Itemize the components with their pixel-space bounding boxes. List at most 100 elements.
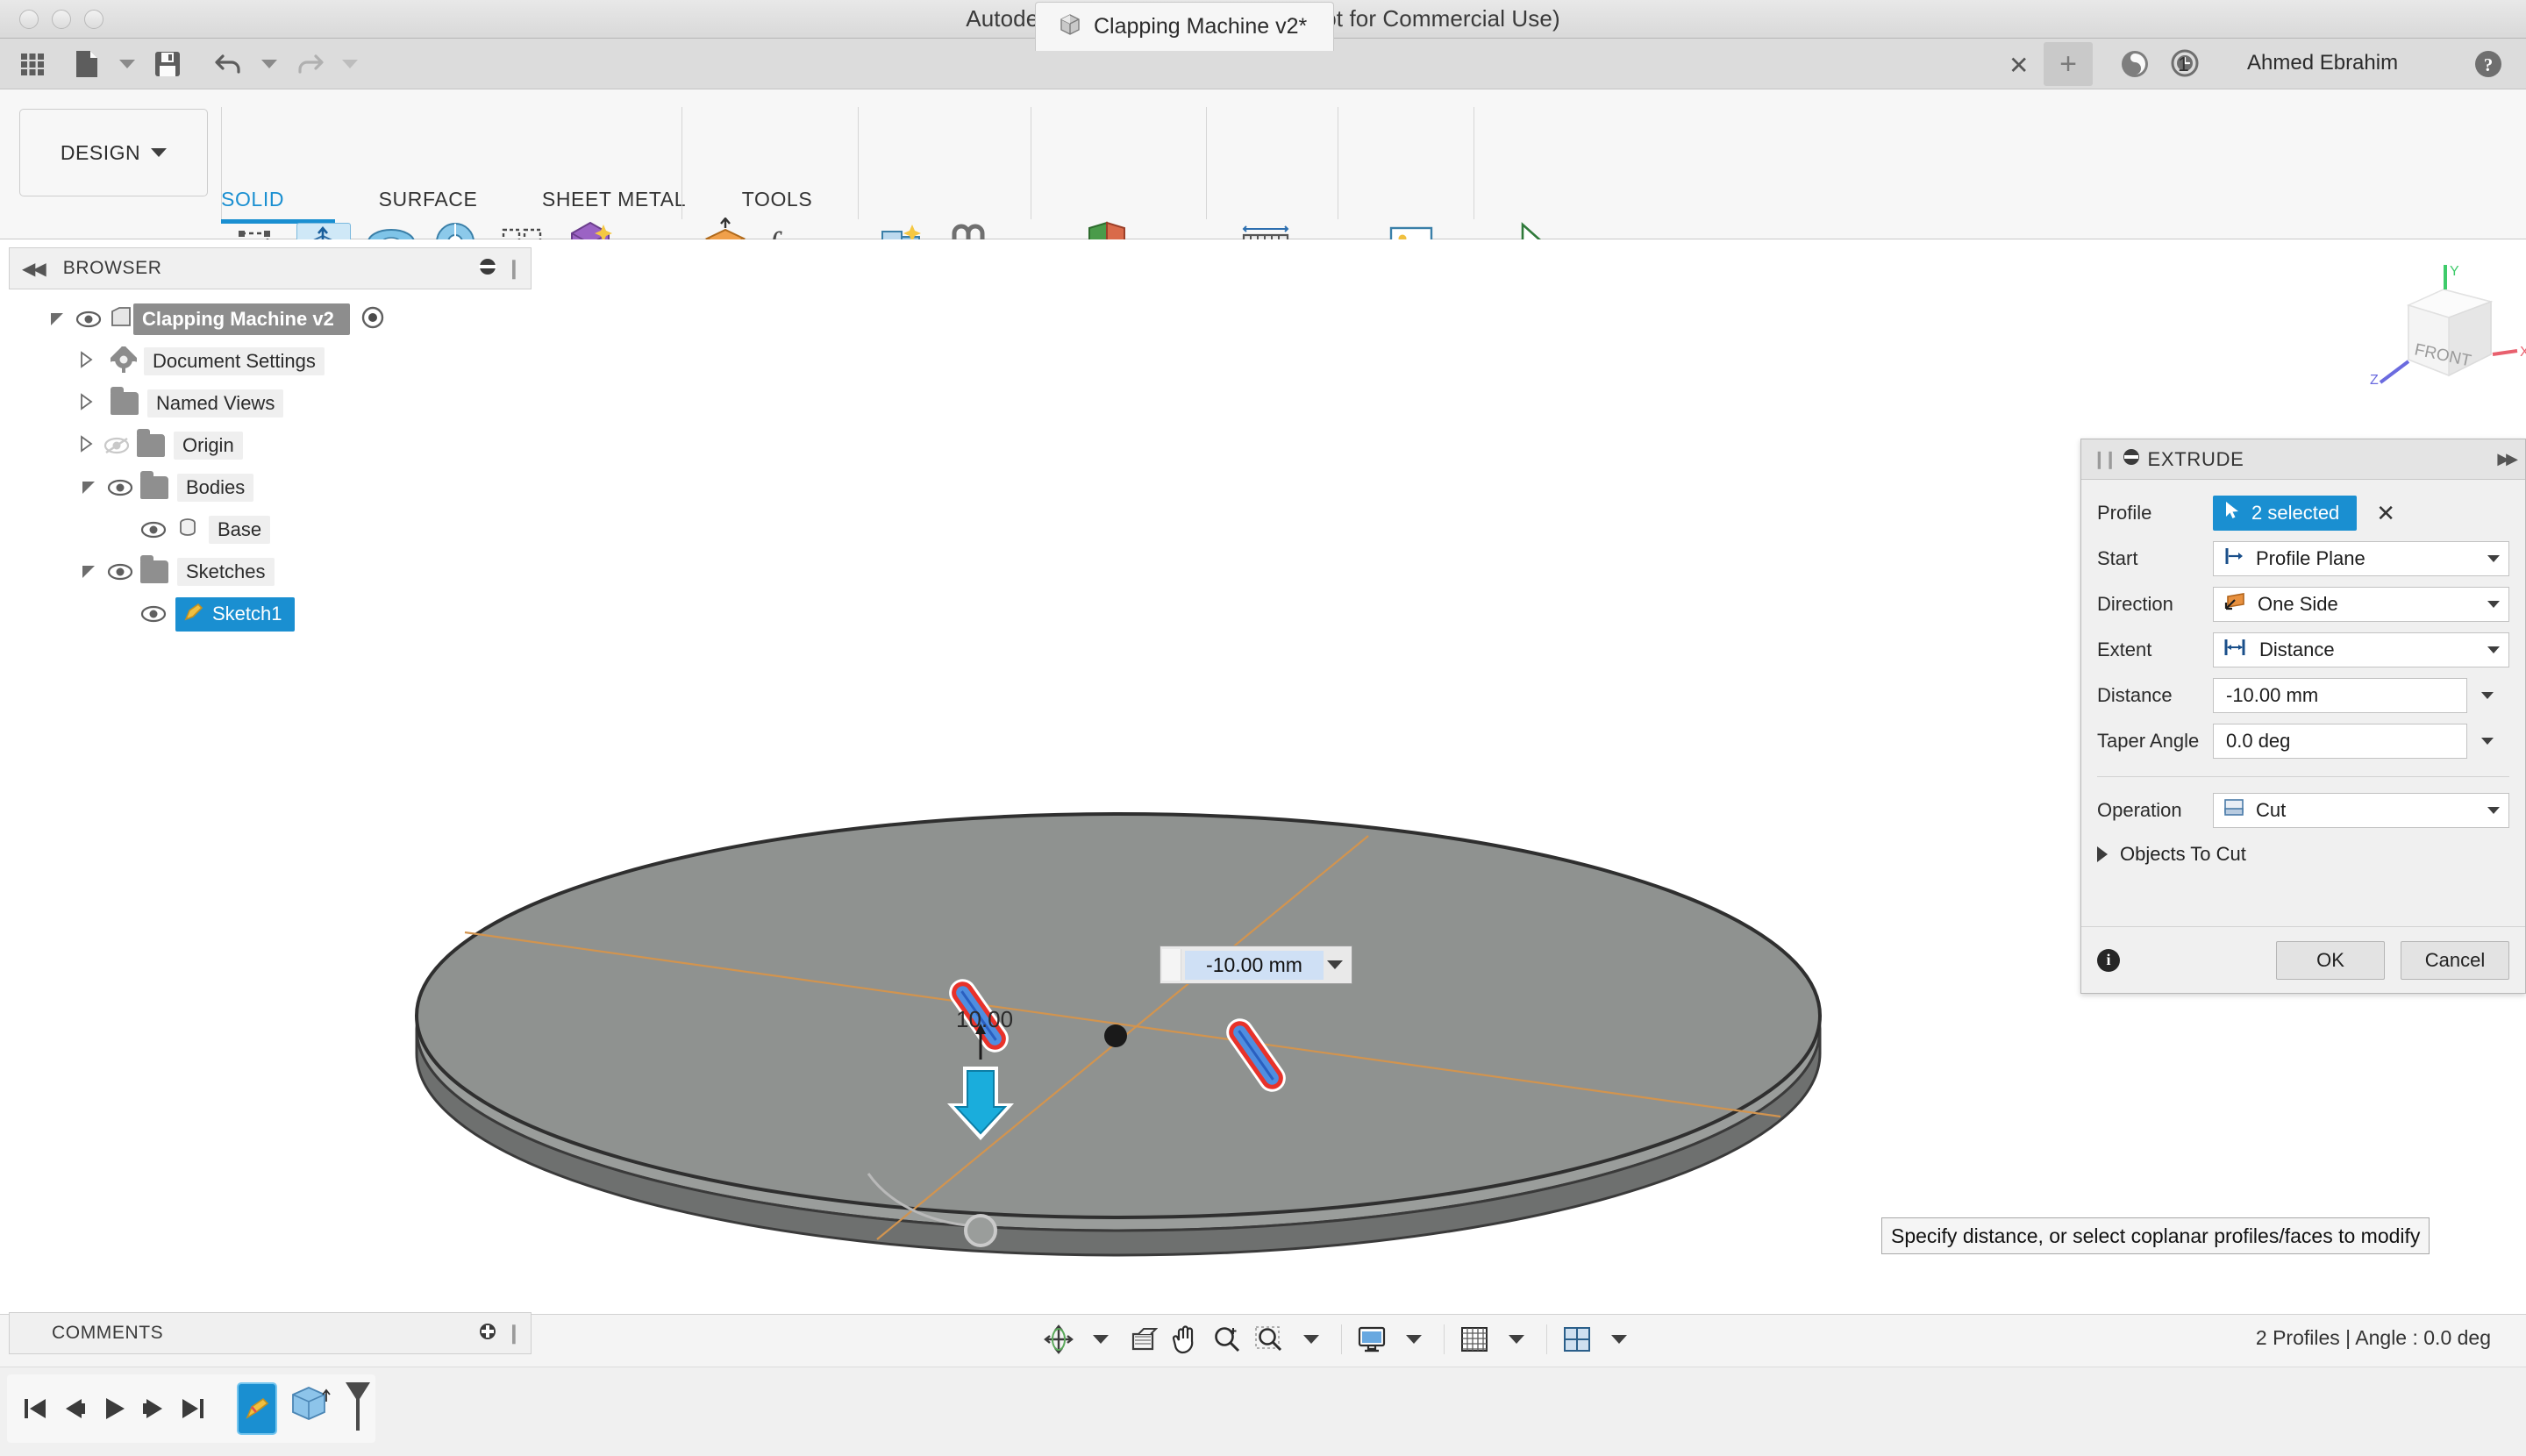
visibility-eye-icon[interactable] bbox=[140, 520, 167, 539]
zoom-icon[interactable] bbox=[1208, 1319, 1246, 1360]
undo-dropdown[interactable] bbox=[249, 45, 289, 83]
tab-solid[interactable]: SOLID bbox=[221, 188, 335, 224]
chevron-down-icon[interactable] bbox=[2487, 807, 2500, 814]
operation-dropdown[interactable]: Cut bbox=[2213, 793, 2509, 828]
chevron-down-icon[interactable] bbox=[1327, 960, 1343, 969]
tree-label-clapping-machine[interactable]: Clapping Machine v2 bbox=[133, 303, 350, 335]
collapse-left-icon[interactable]: ◀◀ bbox=[22, 258, 46, 280]
activate-radio-icon[interactable] bbox=[360, 305, 385, 334]
tree-item-sketch1[interactable]: Sketch1 bbox=[9, 593, 532, 635]
plus-icon[interactable]: + bbox=[2044, 42, 2093, 86]
tree-item-origin[interactable]: Origin bbox=[9, 425, 532, 467]
distance-input[interactable]: -10.00 mm bbox=[2213, 678, 2467, 713]
info-icon[interactable]: i bbox=[2097, 948, 2120, 972]
tree-label-sketches[interactable]: Sketches bbox=[177, 558, 275, 586]
add-comment-icon[interactable] bbox=[478, 1322, 497, 1345]
minimize-icon[interactable] bbox=[2122, 447, 2141, 471]
viewports-dropdown[interactable] bbox=[1600, 1319, 1638, 1360]
tree-label-document-settings[interactable]: Document Settings bbox=[144, 347, 325, 375]
visibility-eye-icon[interactable] bbox=[75, 310, 102, 329]
tree-item-clapping-machine[interactable]: Clapping Machine v2 bbox=[9, 298, 532, 340]
zoom-window-icon[interactable] bbox=[1250, 1319, 1288, 1360]
canvas-distance-input[interactable]: -10.00 mm bbox=[1160, 946, 1352, 984]
sketch1-feature-icon[interactable] bbox=[237, 1382, 277, 1435]
panel-resize-grip[interactable]: ❙ bbox=[506, 1322, 522, 1345]
step-forward-icon[interactable] bbox=[139, 1386, 169, 1431]
tree-label-origin[interactable]: Origin bbox=[174, 432, 243, 460]
distance-value[interactable]: -10.00 mm bbox=[2226, 684, 2318, 707]
step-back-icon[interactable] bbox=[59, 1386, 89, 1431]
chevron-down-icon[interactable] bbox=[2487, 601, 2500, 608]
go-to-end-icon[interactable] bbox=[178, 1386, 209, 1431]
undo-icon[interactable] bbox=[209, 45, 249, 83]
cancel-button[interactable]: Cancel bbox=[2401, 940, 2509, 980]
display-settings-dropdown[interactable] bbox=[1395, 1319, 1433, 1360]
extrude-feature-icon[interactable] bbox=[286, 1382, 332, 1436]
expander-expanded-icon[interactable] bbox=[47, 308, 67, 332]
canvas-distance-value[interactable]: -10.00 mm bbox=[1185, 950, 1324, 980]
tree-label-named-views[interactable]: Named Views bbox=[147, 389, 284, 418]
zoom-dropdown[interactable] bbox=[1292, 1319, 1331, 1360]
display-settings-icon[interactable] bbox=[1352, 1319, 1391, 1360]
orbit-dropdown[interactable] bbox=[1081, 1319, 1120, 1360]
close-icon[interactable]: ✕ bbox=[2009, 51, 2029, 80]
panel-resize-grip[interactable]: ❙ bbox=[506, 257, 522, 280]
expander-collapsed-icon[interactable] bbox=[77, 392, 95, 416]
tree-item-document-settings[interactable]: Document Settings bbox=[9, 340, 532, 382]
grid-apps-icon[interactable] bbox=[12, 45, 53, 83]
dimension-label[interactable]: 10.00 bbox=[956, 1006, 1013, 1033]
ok-button[interactable]: OK bbox=[2276, 940, 2385, 980]
value-box-handle[interactable] bbox=[1162, 949, 1181, 981]
pan-icon[interactable] bbox=[1166, 1319, 1204, 1360]
grid-snap-dropdown[interactable] bbox=[1497, 1319, 1536, 1360]
visibility-eye-icon[interactable] bbox=[107, 562, 133, 582]
tree-label-bodies[interactable]: Bodies bbox=[177, 474, 254, 502]
visibility-eye-icon[interactable] bbox=[107, 478, 133, 497]
comments-panel[interactable]: COMMENTS ❙ bbox=[9, 1312, 532, 1354]
expander-collapsed-icon[interactable] bbox=[77, 434, 95, 458]
expander-collapsed-icon[interactable] bbox=[2097, 846, 2108, 862]
expander-expanded-icon[interactable] bbox=[79, 560, 98, 584]
direction-dropdown[interactable]: One Side bbox=[2213, 587, 2509, 622]
save-icon[interactable] bbox=[147, 45, 188, 83]
taper-angle-value[interactable]: 0.0 deg bbox=[2226, 730, 2290, 753]
go-to-beginning-icon[interactable] bbox=[19, 1386, 50, 1431]
new-file-icon[interactable] bbox=[67, 45, 107, 83]
grid-snap-icon[interactable] bbox=[1455, 1319, 1494, 1360]
profile-selection-button[interactable]: 2 selected bbox=[2213, 496, 2358, 531]
jobs-status-icon[interactable] bbox=[2118, 47, 2151, 85]
objects-to-cut-group[interactable]: Objects To Cut bbox=[2097, 833, 2509, 875]
user-name[interactable]: Ahmed Ebrahim bbox=[2247, 51, 2398, 75]
chevron-down-icon[interactable] bbox=[2481, 692, 2494, 699]
orbit-icon[interactable] bbox=[1039, 1319, 1078, 1360]
tree-item-named-views[interactable]: Named Views bbox=[9, 382, 532, 425]
panel-settings-icon[interactable] bbox=[478, 257, 497, 281]
clear-selection-icon[interactable]: ✕ bbox=[2376, 500, 2395, 527]
extrude-dialog-header[interactable]: ❙❙ EXTRUDE ▶▶ bbox=[2081, 439, 2525, 480]
expand-right-icon[interactable]: ▶▶ bbox=[2497, 450, 2518, 468]
look-at-icon[interactable] bbox=[1124, 1319, 1162, 1360]
tree-item-sketches[interactable]: Sketches bbox=[9, 551, 532, 593]
extrude-dialog[interactable]: ❙❙ EXTRUDE ▶▶ Profile 2 selected ✕ Start bbox=[2080, 439, 2526, 994]
viewports-icon[interactable] bbox=[1558, 1319, 1596, 1360]
workspace-switcher[interactable]: DESIGN bbox=[19, 109, 208, 196]
expander-collapsed-icon[interactable] bbox=[77, 350, 95, 374]
view-cube[interactable]: FRONT Y X Z bbox=[2359, 263, 2526, 408]
document-tab[interactable]: Clapping Machine v2* bbox=[1035, 2, 1335, 51]
drag-grip-icon[interactable]: ❙❙ bbox=[2092, 448, 2117, 470]
extent-dropdown[interactable]: Distance bbox=[2213, 632, 2509, 667]
timeline-marker-icon[interactable] bbox=[340, 1380, 375, 1438]
tree-item-base[interactable]: Base bbox=[9, 509, 532, 551]
expander-expanded-icon[interactable] bbox=[79, 476, 98, 500]
tree-label-base[interactable]: Base bbox=[209, 516, 271, 544]
visibility-eye-off-icon[interactable] bbox=[103, 436, 130, 455]
chevron-down-icon[interactable] bbox=[2487, 646, 2500, 653]
tree-label-sketch1[interactable]: Sketch1 bbox=[212, 603, 282, 625]
chevron-down-icon[interactable] bbox=[2481, 738, 2494, 745]
new-file-dropdown[interactable] bbox=[107, 45, 147, 83]
play-icon[interactable] bbox=[98, 1386, 129, 1431]
visibility-eye-icon[interactable] bbox=[140, 604, 167, 624]
start-dropdown[interactable]: Profile Plane bbox=[2213, 541, 2509, 576]
chevron-down-icon[interactable] bbox=[2487, 555, 2500, 562]
taper-angle-input[interactable]: 0.0 deg bbox=[2213, 724, 2467, 759]
